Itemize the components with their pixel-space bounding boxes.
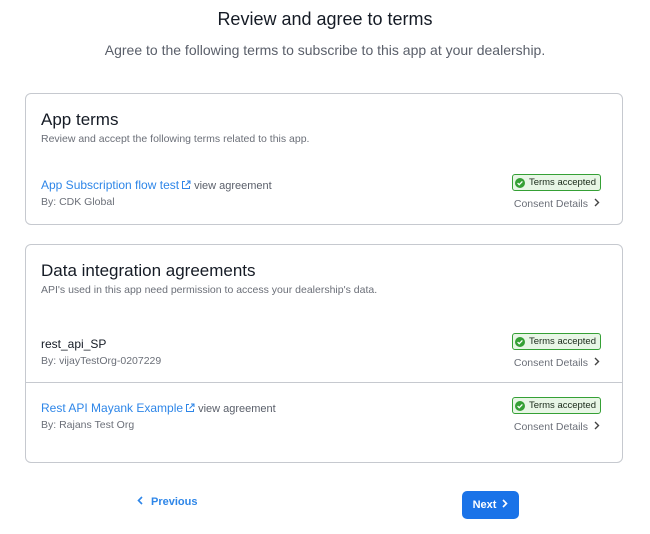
terms-accepted-label: Terms accepted — [528, 400, 596, 411]
data-integration-title: Data integration agreements — [41, 261, 256, 280]
consent-details-label: Consent Details — [513, 198, 588, 210]
api-by: By: vijayTestOrg-0207229 — [41, 355, 162, 367]
view-agreement-text: view agreement — [198, 403, 276, 415]
api-name: rest_api_SP — [41, 337, 107, 351]
next-button[interactable]: Next — [462, 491, 519, 519]
view-agreement-text: view agreement — [194, 180, 272, 192]
consent-details-link[interactable]: Consent Details — [514, 198, 600, 210]
previous-button[interactable]: Previous — [137, 496, 197, 508]
page-subtitle: Agree to the following terms to subscrib… — [104, 42, 546, 58]
external-link-icon[interactable] — [181, 179, 191, 193]
consent-details-link[interactable]: Consent Details — [514, 421, 600, 433]
api-by: By: Rajans Test Org — [41, 419, 135, 431]
terms-accepted-label: Terms accepted — [528, 336, 596, 347]
chevron-right-icon — [502, 499, 509, 511]
app-terms-title: App terms — [41, 110, 119, 129]
app-terms-description: Review and accept the following terms re… — [41, 133, 310, 145]
data-integration-description: API's used in this app need permission t… — [41, 284, 378, 296]
data-integration-card: Data integration agreements API's used i… — [25, 244, 623, 463]
app-term-by: By: CDK Global — [41, 196, 115, 208]
app-term-link[interactable]: App Subscription flow test — [41, 178, 179, 192]
consent-details-link[interactable]: Consent Details — [514, 357, 600, 369]
next-label: Next — [472, 499, 497, 511]
app-terms-card: App terms Review and accept the followin… — [25, 93, 623, 225]
consent-details-label: Consent Details — [513, 421, 588, 433]
item-divider — [26, 382, 622, 383]
previous-label: Previous — [151, 496, 198, 508]
chevron-left-icon — [137, 496, 143, 508]
api-link[interactable]: Rest API Mayank Example — [41, 401, 183, 415]
terms-accepted-badge: Terms accepted — [511, 397, 601, 414]
check-circle-icon — [514, 177, 525, 188]
api-name-row: rest_api_SP — [41, 337, 106, 351]
terms-accepted-badge: Terms accepted — [511, 333, 601, 350]
api-name-row: Rest API Mayank Example view agreement — [41, 401, 276, 416]
page-title: Review and agree to terms — [217, 9, 433, 29]
consent-details-label: Consent Details — [513, 357, 588, 369]
chevron-right-icon — [594, 198, 600, 210]
terms-accepted-badge: Terms accepted — [511, 174, 601, 191]
terms-accepted-label: Terms accepted — [528, 177, 596, 188]
check-circle-icon — [514, 336, 525, 347]
chevron-right-icon — [594, 421, 600, 433]
app-term-name-row: App Subscription flow test view agreement — [41, 178, 272, 193]
chevron-right-icon — [594, 357, 600, 369]
check-circle-icon — [514, 400, 525, 411]
external-link-icon[interactable] — [185, 402, 195, 416]
